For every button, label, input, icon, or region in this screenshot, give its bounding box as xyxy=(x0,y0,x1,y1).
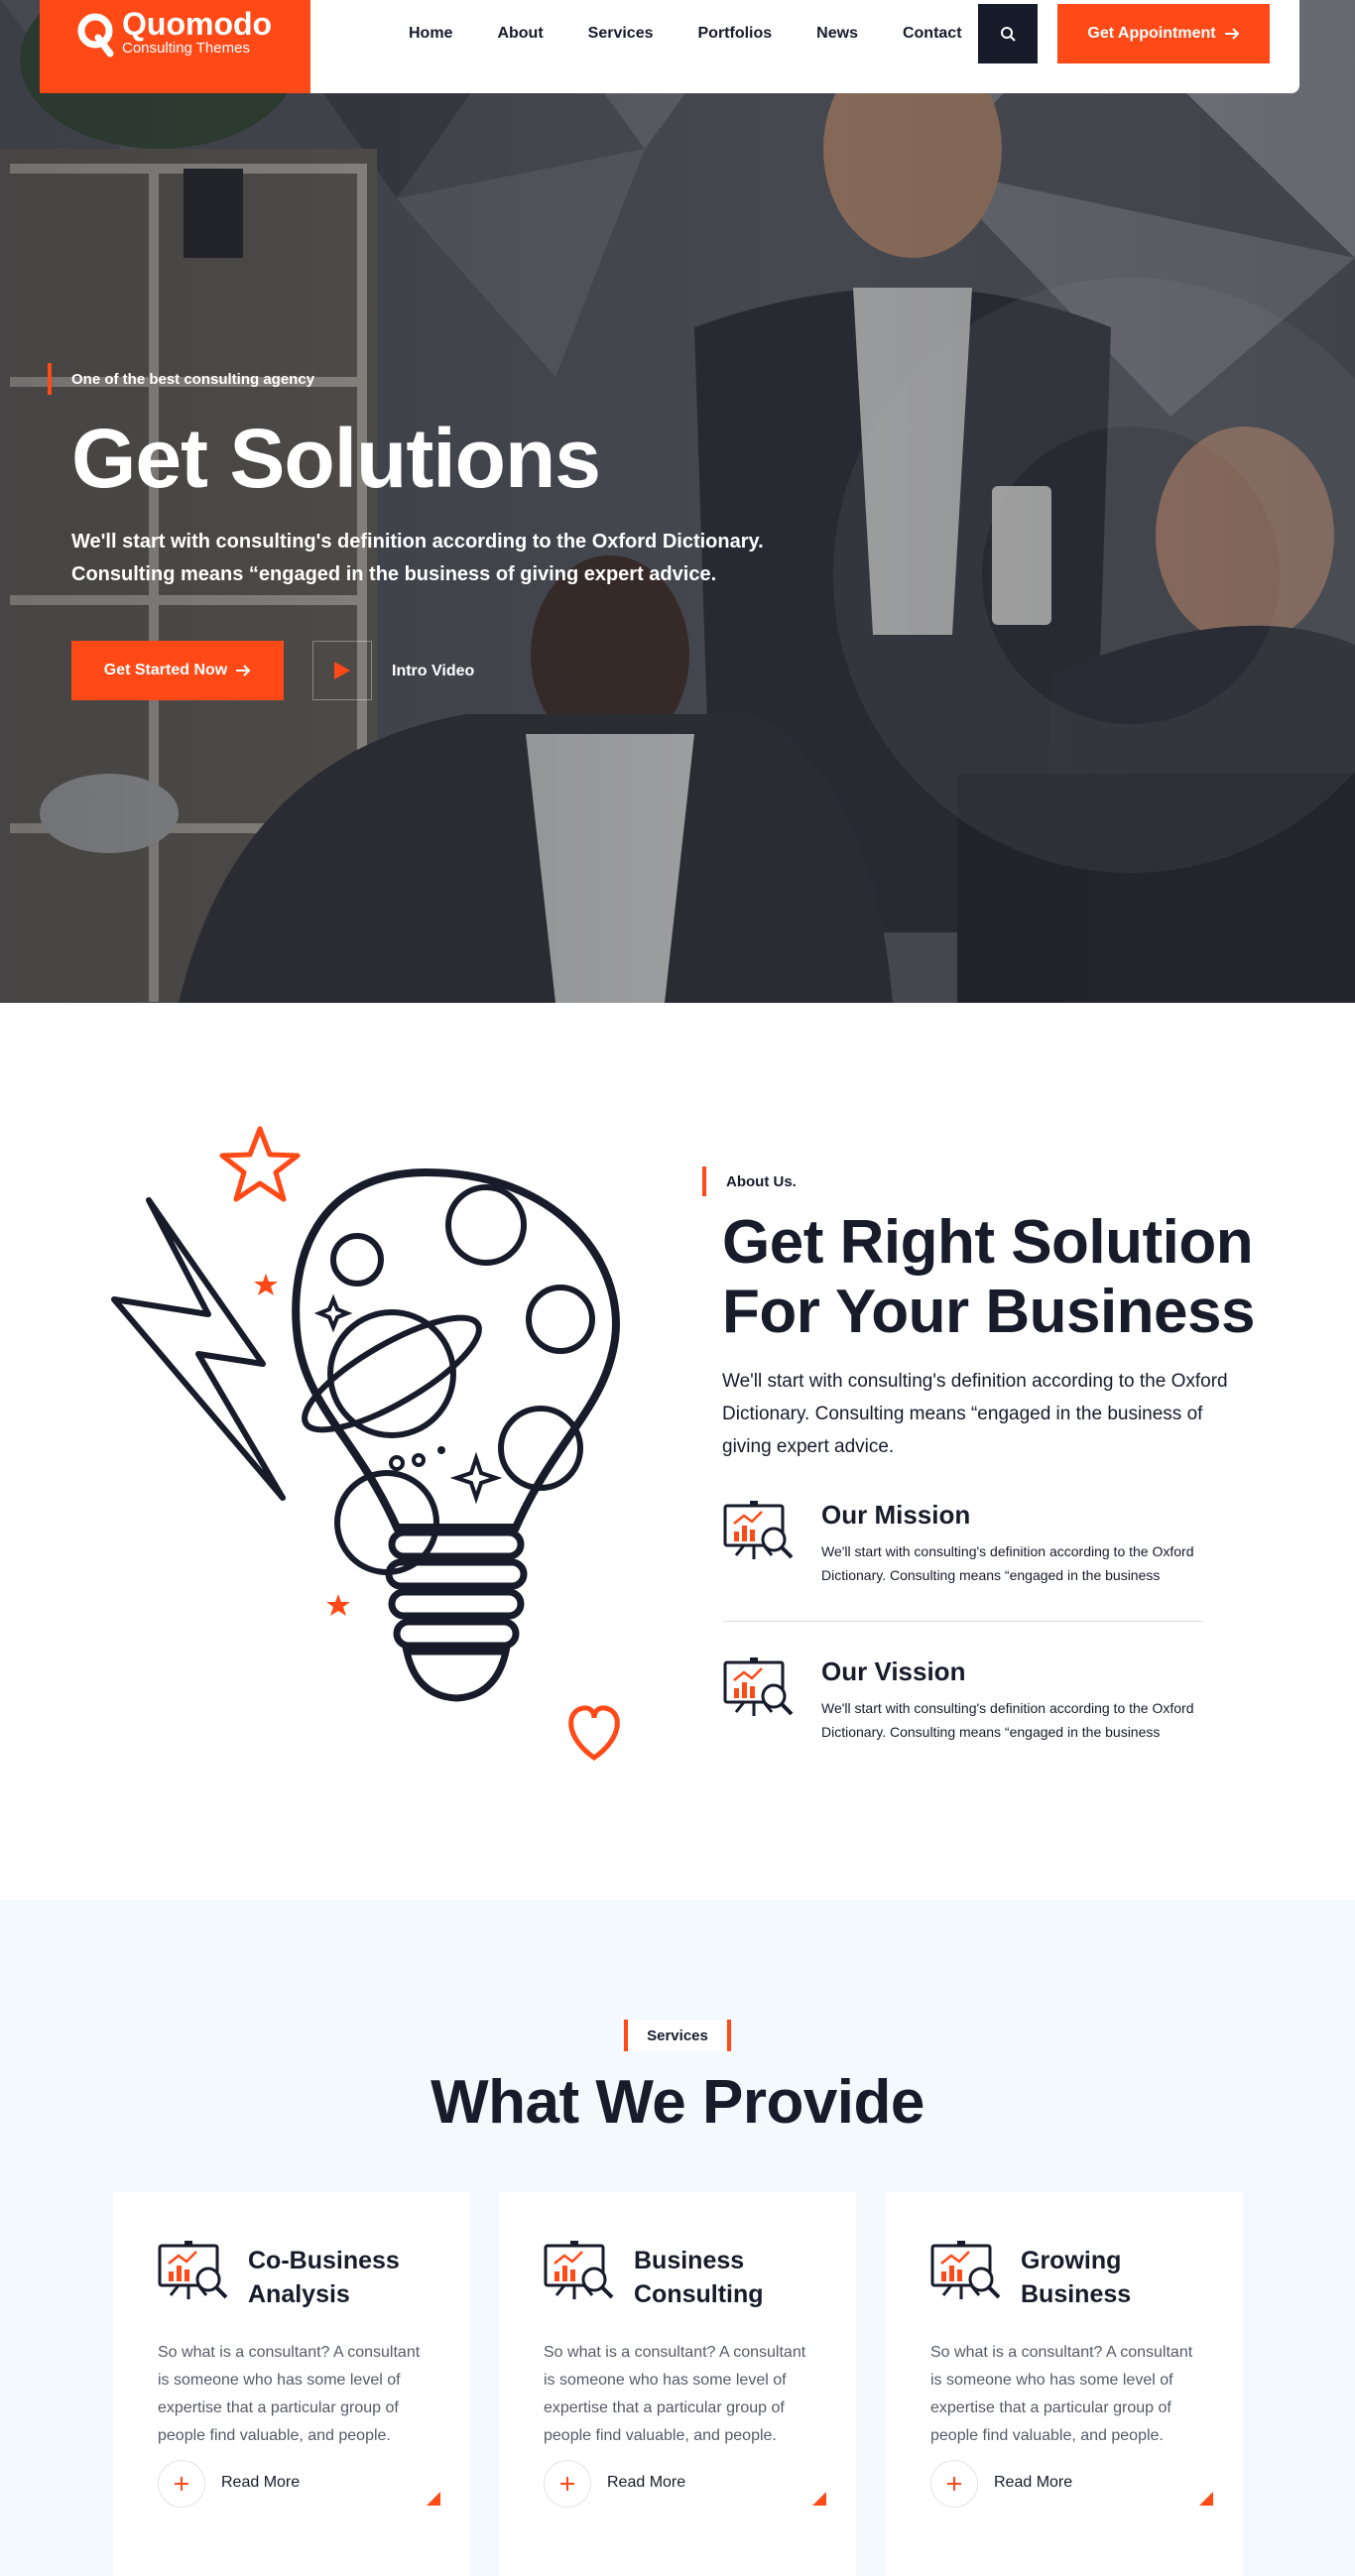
get-started-button[interactable]: Get Started Now xyxy=(71,641,284,700)
service-description: So what is a consultant? A consultant is… xyxy=(930,2344,1193,2444)
corner-accent xyxy=(1199,2492,1213,2506)
nav-about[interactable]: About xyxy=(497,24,543,44)
intro-video-link[interactable]: Intro Video xyxy=(392,663,474,680)
service-description: So what is a consultant? A consultant is… xyxy=(544,2344,806,2444)
services-title: What We Provide xyxy=(431,2068,924,2137)
service-title: Growing Business xyxy=(1021,2247,1132,2308)
arrow-right-icon xyxy=(1224,28,1239,40)
plus-icon xyxy=(947,2477,961,2491)
plus-icon xyxy=(560,2477,574,2491)
presentation-chart-icon xyxy=(723,1657,794,1716)
get-appointment-label: Get Appointment xyxy=(1087,25,1216,42)
services-section: Services What We Provide Co-Business Ana… xyxy=(0,1900,1355,2576)
read-more-link[interactable]: Read More xyxy=(994,2474,1072,2492)
play-icon xyxy=(334,662,350,679)
get-appointment-button[interactable]: Get Appointment xyxy=(1057,4,1270,63)
brand-logo[interactable]: Quomodo Consulting Themes xyxy=(40,0,310,93)
read-more-button[interactable] xyxy=(930,2460,978,2508)
nav-home[interactable]: Home xyxy=(409,24,452,44)
feature-description: We'll start with consulting's definition… xyxy=(821,1543,1194,1583)
about-title: Get Right Solution For Your Business xyxy=(722,1208,1256,1346)
site-header: Quomodo Consulting Themes Home About Ser… xyxy=(40,0,1299,93)
presentation-chart-icon xyxy=(930,2241,1001,2299)
lightbulb-planets-illustration xyxy=(111,1126,620,1762)
presentation-chart-icon xyxy=(158,2241,228,2299)
feature-description: We'll start with consulting's definition… xyxy=(821,1700,1194,1740)
read-more-button[interactable] xyxy=(544,2460,591,2508)
service-description: So what is a consultant? A consultant is… xyxy=(158,2344,421,2444)
search-icon xyxy=(1001,27,1016,42)
main-nav: Home About Services Portfolios News Cont… xyxy=(409,24,1007,44)
services-kicker: Services xyxy=(624,2020,731,2051)
feature-divider xyxy=(722,1621,1202,1622)
corner-accent xyxy=(427,2492,440,2506)
service-card-co-business-analysis[interactable]: Co-Business Analysis So what is a consul… xyxy=(113,2192,470,2576)
q-logo-icon xyxy=(77,13,114,58)
feature-title: Our Vission xyxy=(821,1656,966,1686)
get-started-label: Get Started Now xyxy=(103,662,228,678)
hero-section: One of the best consulting agency Get So… xyxy=(0,0,1355,1003)
nav-portfolios[interactable]: Portfolios xyxy=(698,24,773,44)
arrow-right-icon xyxy=(236,665,251,676)
service-title: Co-Business Analysis xyxy=(248,2247,400,2308)
brand-tagline: Consulting Themes xyxy=(122,40,250,57)
nav-services[interactable]: Services xyxy=(588,24,654,44)
presentation-chart-icon xyxy=(723,1501,794,1559)
about-kicker: About Us. xyxy=(702,1166,797,1196)
hero-title: Get Solutions xyxy=(71,412,601,505)
search-button[interactable] xyxy=(978,4,1038,63)
hero-kicker: One of the best consulting agency xyxy=(48,363,314,395)
nav-contact[interactable]: Contact xyxy=(903,24,962,44)
read-more-link[interactable]: Read More xyxy=(221,2474,300,2492)
read-more-button[interactable] xyxy=(158,2460,205,2508)
nav-news[interactable]: News xyxy=(816,24,858,44)
read-more-link[interactable]: Read More xyxy=(607,2474,685,2492)
corner-accent xyxy=(812,2492,826,2506)
plus-icon xyxy=(175,2477,188,2491)
brand-name: Quomodo xyxy=(122,6,273,42)
service-card-growing-business[interactable]: Growing Business So what is a consultant… xyxy=(886,2192,1243,2576)
about-description: We'll start with consulting's definition… xyxy=(722,1371,1228,1457)
feature-title: Our Mission xyxy=(821,1500,971,1530)
service-title: Business Consulting xyxy=(634,2247,764,2308)
presentation-chart-icon xyxy=(544,2241,614,2299)
play-video-button[interactable] xyxy=(312,641,372,700)
service-card-business-consulting[interactable]: Business Consulting So what is a consult… xyxy=(499,2192,856,2576)
hero-description: We'll start with consulting's definition… xyxy=(71,531,764,585)
